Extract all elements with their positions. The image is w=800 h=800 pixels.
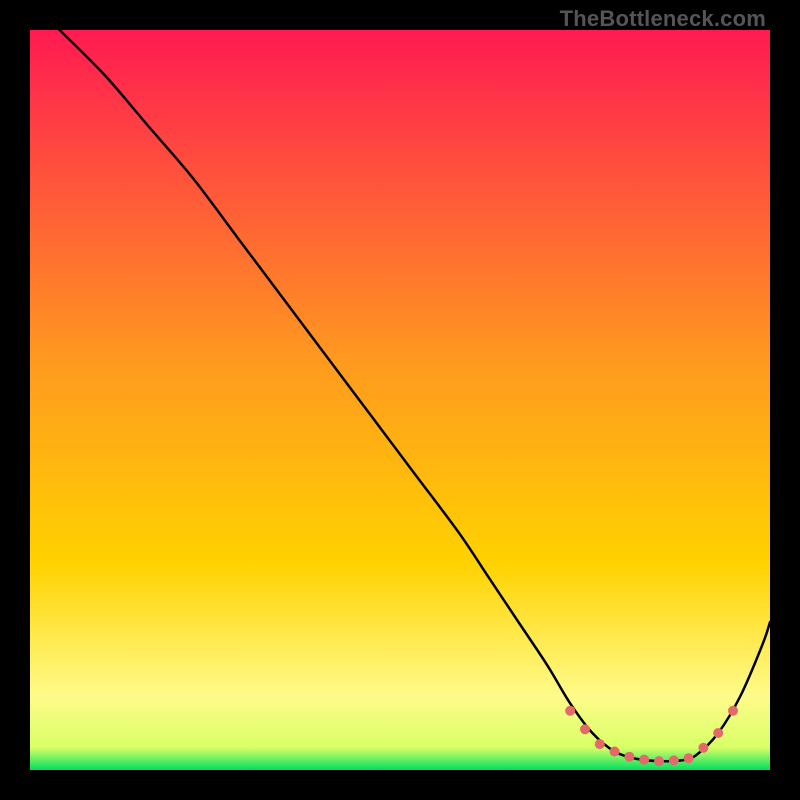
optimal-marker-dot: [654, 756, 664, 766]
optimal-marker-dot: [684, 753, 694, 763]
optimal-marker-dot: [624, 752, 634, 762]
optimal-marker-dot: [595, 739, 605, 749]
chart-frame: [30, 30, 770, 770]
bottleneck-chart: [30, 30, 770, 770]
watermark-text: TheBottleneck.com: [560, 6, 766, 32]
optimal-marker-dot: [580, 724, 590, 734]
gradient-background: [30, 30, 770, 770]
optimal-marker-dot: [713, 728, 723, 738]
optimal-marker-dot: [669, 755, 679, 765]
optimal-marker-dot: [728, 706, 738, 716]
optimal-marker-dot: [565, 706, 575, 716]
optimal-marker-dot: [698, 743, 708, 753]
optimal-marker-dot: [610, 747, 620, 757]
optimal-marker-dot: [639, 755, 649, 765]
